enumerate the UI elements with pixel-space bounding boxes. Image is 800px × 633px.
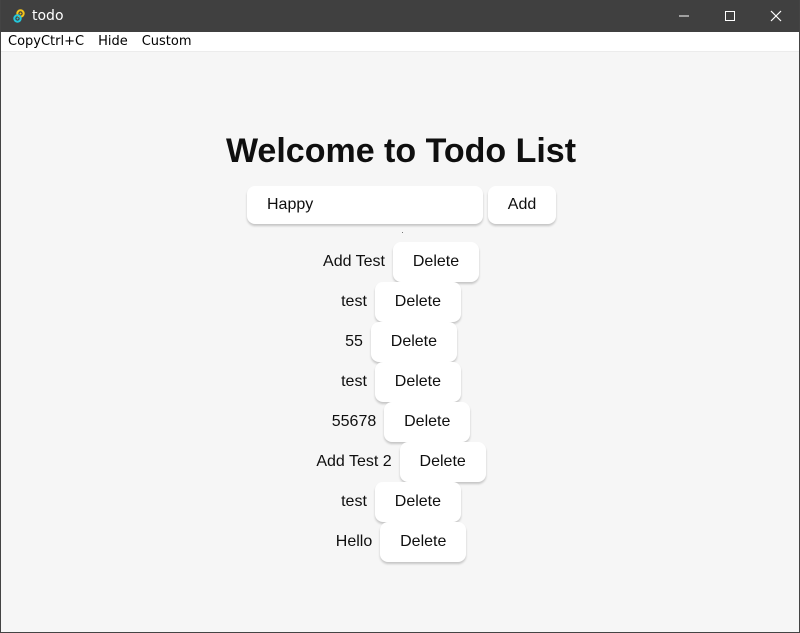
app-window: todo CopyCtrl+C Hide Custom Welcome to T… [0, 0, 800, 633]
todo-text: Hello [335, 533, 373, 550]
window-title: todo [32, 8, 64, 24]
page-title: Welcome to Todo List [225, 132, 577, 170]
delete-button[interactable]: Delete [374, 282, 461, 322]
close-icon [770, 10, 782, 22]
close-button[interactable] [753, 0, 799, 32]
todo-input[interactable] [247, 186, 483, 224]
maximize-button[interactable] [707, 0, 753, 32]
add-todo-form: Add [247, 186, 556, 224]
todo-text: Add Test 2 [316, 453, 392, 470]
window-controls [661, 0, 799, 32]
add-button[interactable]: Add [488, 186, 556, 224]
todo-text: 55 [345, 333, 363, 350]
menu-item-hide[interactable]: Hide [91, 32, 135, 51]
todo-text: test [341, 373, 367, 390]
todo-item: test Delete [1, 362, 799, 402]
title-bar[interactable]: todo [1, 0, 799, 32]
menu-item-custom[interactable]: Custom [135, 32, 199, 51]
todo-item: 55678 Delete [1, 402, 799, 442]
todo-text: test [341, 293, 367, 310]
delete-button[interactable]: Delete [392, 242, 479, 282]
todo-text: 55678 [331, 413, 377, 430]
todo-text: test [341, 493, 367, 510]
todo-text: Add Test [323, 253, 385, 270]
minimize-button[interactable] [661, 0, 707, 32]
maximize-icon [725, 11, 735, 21]
delete-button[interactable]: Delete [374, 362, 461, 402]
menu-item-copy[interactable]: CopyCtrl+C [1, 32, 91, 51]
menu-bar: CopyCtrl+C Hide Custom [1, 32, 799, 52]
todo-list: Add Test Delete test Delete 55 Delete te… [1, 242, 799, 562]
todo-item: Add Test 2 Delete [1, 442, 799, 482]
minimize-icon [679, 15, 689, 17]
delete-button[interactable]: Delete [374, 482, 461, 522]
delete-button[interactable]: Delete [399, 442, 486, 482]
main-content: Welcome to Todo List Add Add Test Delete… [1, 52, 799, 632]
todo-item: test Delete [1, 482, 799, 522]
tauri-icon [11, 8, 27, 24]
todo-item: Hello Delete [1, 522, 799, 562]
delete-button[interactable]: Delete [370, 322, 457, 362]
todo-item: Add Test Delete [1, 242, 799, 282]
delete-button[interactable]: Delete [384, 402, 471, 442]
todo-item: 55 Delete [1, 322, 799, 362]
delete-button[interactable]: Delete [380, 522, 467, 562]
divider-dot [402, 232, 403, 233]
todo-item: test Delete [1, 282, 799, 322]
